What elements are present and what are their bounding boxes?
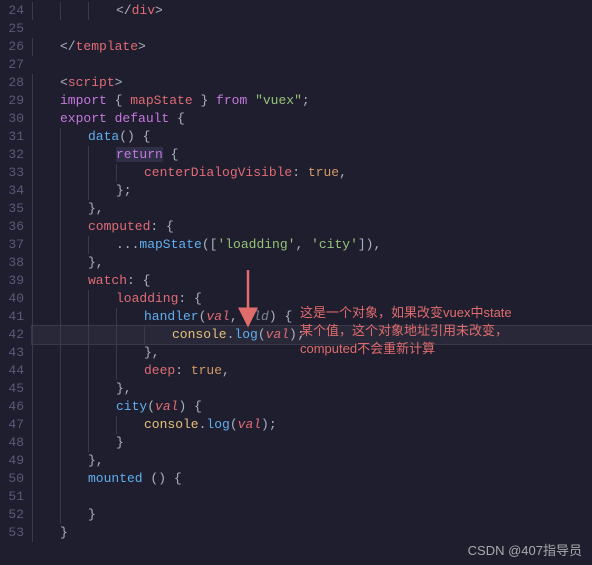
code-line[interactable]: console.log(val); [32,416,592,434]
code-line[interactable] [32,488,592,506]
watermark: CSDN @407指导员 [468,540,582,559]
line-number: 25 [4,20,24,38]
code-line[interactable]: } [32,506,592,524]
line-number: 35 [4,200,24,218]
code-line[interactable]: }, [32,452,592,470]
line-number: 51 [4,488,24,506]
code-line[interactable]: city(val) { [32,398,592,416]
code-editor[interactable]: 2425262728293031323334353637383940414243… [0,0,592,565]
line-number: 44 [4,362,24,380]
code-line[interactable]: } [32,434,592,452]
code-line[interactable]: }, [32,344,592,362]
code-line[interactable] [32,56,592,74]
code-line[interactable]: import { mapState } from "vuex"; [32,92,592,110]
line-number: 38 [4,254,24,272]
line-number-gutter: 2425262728293031323334353637383940414243… [0,0,32,565]
line-number: 41 [4,308,24,326]
code-line[interactable]: </template> [32,38,592,56]
code-line[interactable]: }, [32,380,592,398]
line-number: 42 [4,326,24,344]
code-line[interactable]: }, [32,254,592,272]
line-number: 31 [4,128,24,146]
code-line[interactable] [32,20,592,38]
line-number: 39 [4,272,24,290]
line-number: 46 [4,398,24,416]
line-number: 28 [4,74,24,92]
line-number: 43 [4,344,24,362]
code-line[interactable]: console.log(val); [32,326,592,344]
code-line[interactable]: loadding: { [32,290,592,308]
code-line[interactable]: deep: true, [32,362,592,380]
code-line[interactable]: export default { [32,110,592,128]
code-line[interactable]: }, [32,200,592,218]
line-number: 33 [4,164,24,182]
line-number: 49 [4,452,24,470]
line-number: 24 [4,2,24,20]
line-number: 50 [4,470,24,488]
line-number: 37 [4,236,24,254]
code-line[interactable]: </div> [32,2,592,20]
code-line[interactable]: ...mapState(['loadding', 'city']), [32,236,592,254]
line-number: 53 [4,524,24,542]
code-line[interactable]: computed: { [32,218,592,236]
line-number: 30 [4,110,24,128]
line-number: 47 [4,416,24,434]
code-line[interactable]: <script> [32,74,592,92]
line-number: 32 [4,146,24,164]
line-number: 34 [4,182,24,200]
code-line[interactable]: return { [32,146,592,164]
line-number: 27 [4,56,24,74]
code-line[interactable]: centerDialogVisible: true, [32,164,592,182]
line-number: 52 [4,506,24,524]
line-number: 29 [4,92,24,110]
line-number: 45 [4,380,24,398]
code-line[interactable]: data() { [32,128,592,146]
line-number: 48 [4,434,24,452]
code-line[interactable]: }; [32,182,592,200]
line-number: 40 [4,290,24,308]
code-line[interactable]: handler(val, old) { [32,308,592,326]
code-line[interactable]: watch: { [32,272,592,290]
line-number: 36 [4,218,24,236]
line-number: 26 [4,38,24,56]
code-line[interactable]: mounted () { [32,470,592,488]
code-area[interactable]: </div> </template> <script>import { mapSta… [32,0,592,565]
